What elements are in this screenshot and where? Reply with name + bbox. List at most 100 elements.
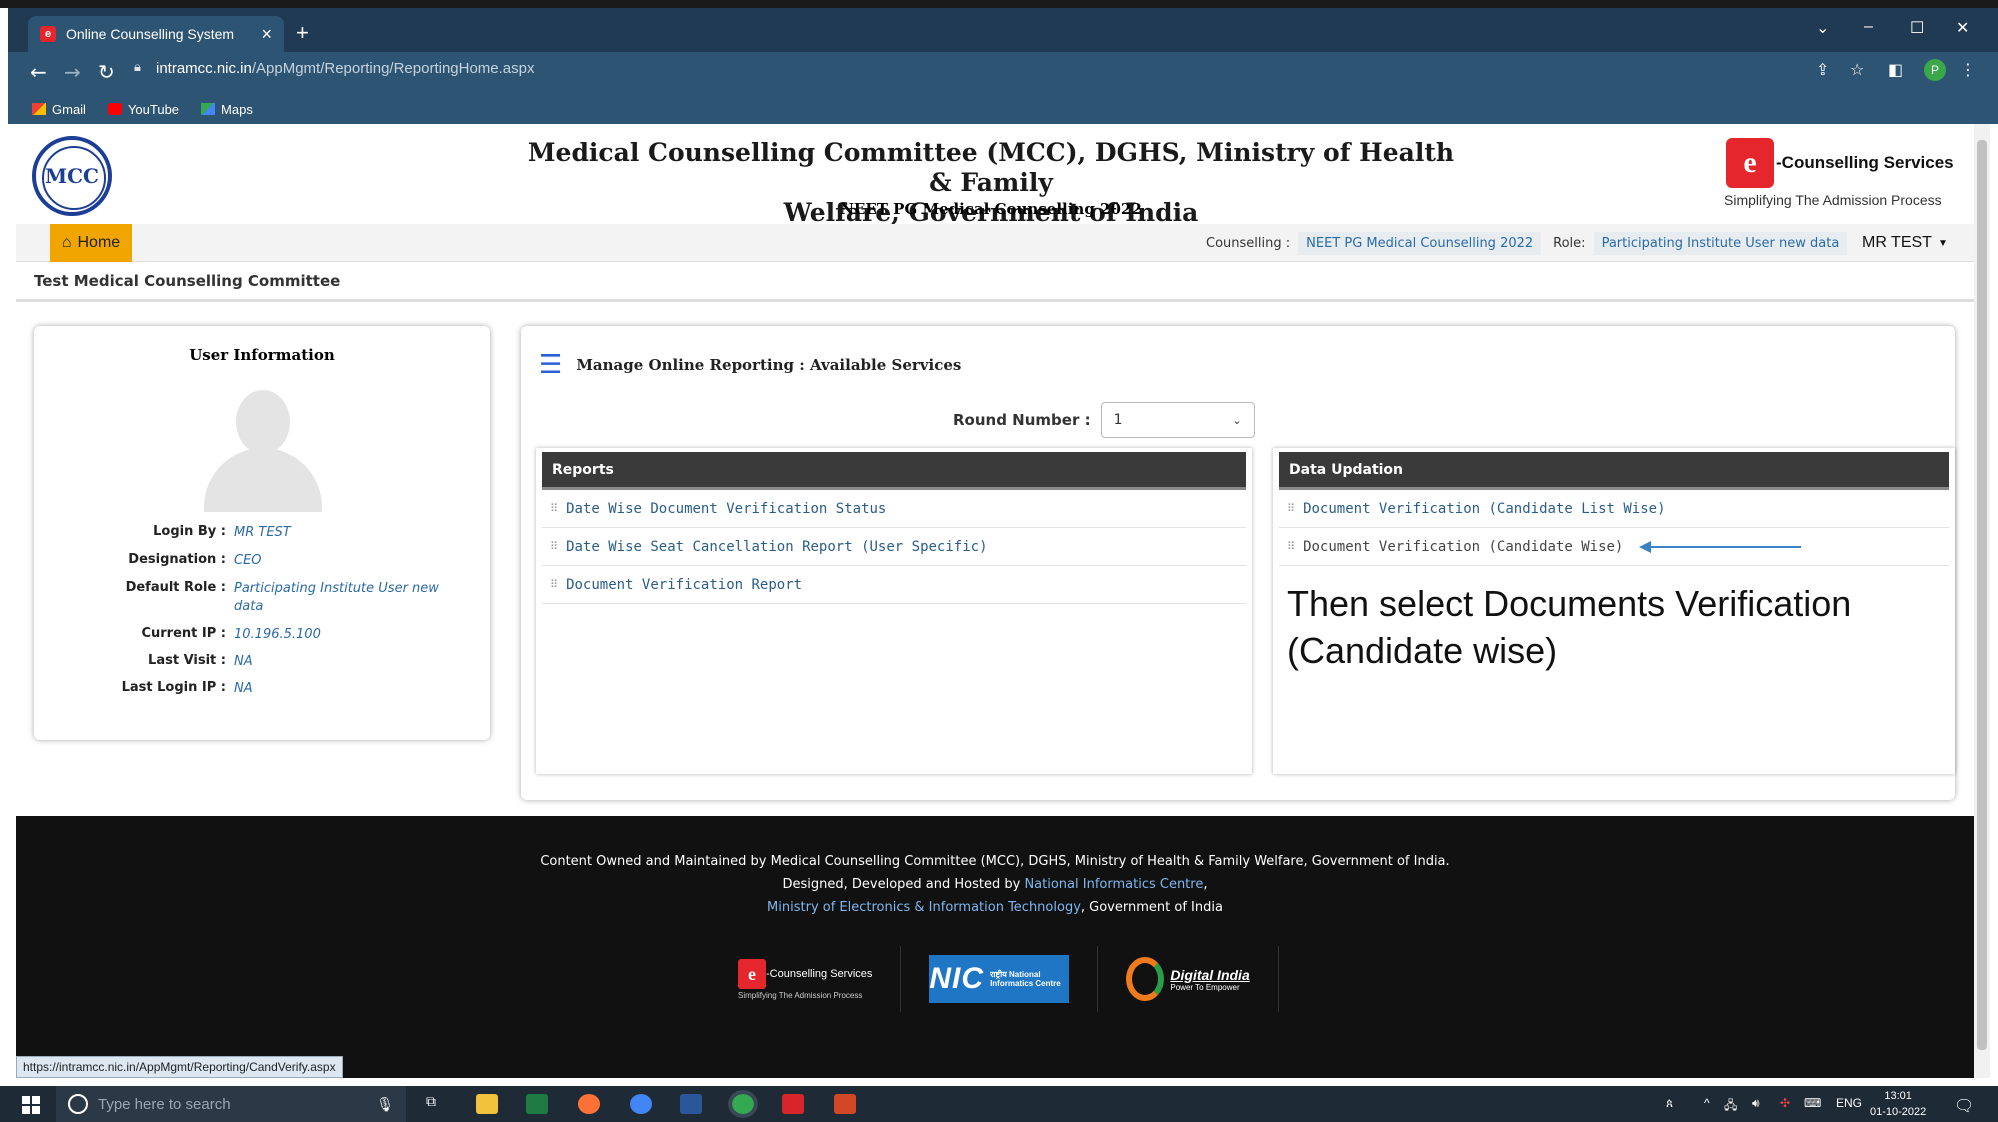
url-field[interactable]: intramcc.nic.in/AppMgmt/Reporting/Report… [156, 60, 535, 77]
report-link-label: Date Wise Seat Cancellation Report (User… [566, 538, 988, 555]
info-label: Last Visit : [148, 653, 226, 668]
info-row-role: Default Role : Participating Institute Us… [34, 580, 490, 616]
di-name: Digital India [1170, 966, 1250, 983]
grip-icon: ⠿ [550, 502, 559, 515]
update-link-label: Document Verification (Candidate Wise) [1303, 538, 1624, 555]
tab-search-icon[interactable]: ⌄ [1816, 18, 1829, 38]
people-icon[interactable]: ጰ [1666, 1096, 1673, 1111]
update-link-candidate-list-wise[interactable]: ⠿ Document Verification (Candidate List W… [1279, 490, 1949, 528]
bookmark-maps[interactable]: Maps [201, 102, 253, 117]
avatar [198, 382, 328, 512]
language-indicator[interactable]: ENG [1836, 1096, 1862, 1110]
site-header: MCC Medical Counselling Committee (MCC),… [16, 124, 1974, 227]
footer-text: Content Owned and Maintained by Medical … [16, 850, 1974, 919]
meity-link[interactable]: Ministry of Electronics & Information Te… [767, 900, 1081, 915]
di-tagline: Power To Empower [1170, 982, 1240, 992]
minimize-icon[interactable]: – [1864, 18, 1873, 36]
browser-menu-icon[interactable]: ⋮ [1960, 60, 1976, 79]
info-label: Last Login IP : [121, 680, 226, 695]
task-view-icon[interactable]: ⧉ [426, 1094, 448, 1114]
footer-ecounselling-logo[interactable]: e -Counselling Services Simplifying The A… [710, 946, 902, 1012]
forward-icon[interactable]: → [64, 60, 81, 84]
chrome-active-icon[interactable] [728, 1090, 758, 1118]
bookmark-star-icon[interactable]: ☆ [1850, 60, 1864, 79]
powerpoint-icon[interactable] [834, 1094, 856, 1114]
new-tab-button[interactable]: + [296, 20, 309, 46]
window-close-icon[interactable]: ✕ [1956, 18, 1969, 38]
info-row-last-ip: Last Login IP : NA [34, 680, 490, 698]
firefox-icon[interactable] [578, 1094, 600, 1114]
nic-logo-text: NIC [929, 962, 985, 995]
round-label: Round Number : [953, 411, 1091, 429]
user-menu[interactable]: MR TEST ▼ [1862, 224, 1948, 262]
bookmark-gmail[interactable]: Gmail [32, 102, 86, 117]
report-link-doc-verification-status[interactable]: ⠿ Date Wise Document Verification Status [542, 490, 1246, 528]
info-label: Default Role : [125, 580, 226, 595]
volume-icon[interactable]: 🔊︎ [1752, 1096, 1760, 1111]
ecounselling-tagline: Simplifying The Admission Process [1724, 192, 1942, 208]
info-row-last-visit: Last Visit : NA [34, 653, 490, 671]
services-heading: Manage Online Reporting : Available Serv… [576, 356, 962, 374]
role-value: Participating Institute User new data [1593, 231, 1848, 255]
update-link-candidate-wise[interactable]: ⠿ Document Verification (Candidate Wise) [1279, 528, 1949, 566]
tray-chevron-icon[interactable]: ^ [1704, 1096, 1710, 1110]
back-icon[interactable]: ← [30, 60, 47, 84]
reload-icon[interactable]: ↻ [98, 60, 115, 84]
report-link-seat-cancellation[interactable]: ⠿ Date Wise Seat Cancellation Report (Use… [542, 528, 1246, 566]
tab-title: Online Counselling System [66, 26, 235, 42]
report-link-label: Document Verification Report [566, 576, 803, 593]
taskbar-search[interactable]: Type here to search 🎙︎ [56, 1086, 406, 1122]
tab-close-icon[interactable]: × [261, 24, 272, 45]
side-panel-icon[interactable]: ◧ [1888, 60, 1903, 79]
home-icon: ⌂ [61, 234, 72, 251]
bookmark-youtube[interactable]: YouTube [107, 101, 180, 117]
microphone-icon[interactable]: 🎙︎ [376, 1096, 394, 1113]
footer-line3: Ministry of Electronics & Information Te… [16, 896, 1974, 919]
info-value: MR TEST [234, 525, 291, 540]
taskbar-clock[interactable]: 13:01 01-10-2022 [1870, 1088, 1926, 1120]
notification-icon[interactable]: 🗨︎ [1954, 1096, 1974, 1116]
lock-icon[interactable]: 🔒︎ [134, 60, 141, 75]
clock-date: 01-10-2022 [1870, 1106, 1927, 1118]
chrome-icon[interactable] [630, 1094, 652, 1114]
annotation-line2: (Candidate wise) [1287, 630, 1558, 671]
mcc-logo: MCC [32, 136, 112, 216]
gmail-icon [32, 103, 46, 115]
windows-start-icon[interactable] [22, 1096, 40, 1114]
nic-link[interactable]: National Informatics Centre [1024, 877, 1203, 892]
browser-tab[interactable]: e Online Counselling System × [28, 16, 284, 52]
footer-ec-tagline: Simplifying The Admission Process [738, 990, 863, 1000]
excel-icon[interactable] [526, 1094, 548, 1114]
bookmark-label: YouTube [127, 101, 180, 117]
report-link-doc-verification-report[interactable]: ⠿ Document Verification Report [542, 566, 1246, 604]
profile-avatar[interactable]: P [1924, 59, 1946, 81]
annotation-arrow-icon [1639, 540, 1802, 553]
file-explorer-icon[interactable] [476, 1094, 498, 1114]
counselling-value: NEET PG Medical Counselling 2022 [1298, 231, 1542, 255]
share-icon[interactable]: ⇪ [1816, 60, 1829, 79]
info-value: Participating Institute User new data [234, 581, 439, 614]
home-button[interactable]: ⌂ Home [50, 224, 132, 262]
word-icon[interactable] [680, 1094, 702, 1114]
keyboard-icon[interactable]: ⌨ [1804, 1096, 1821, 1110]
info-label: Current IP : [141, 626, 226, 641]
footer-line3-tail: , Government of India [1080, 900, 1223, 915]
page-scrollbar[interactable] [1974, 124, 1990, 1078]
round-select[interactable]: 1 ⌄ [1100, 402, 1255, 438]
grip-icon: ⠿ [1287, 502, 1296, 515]
maximize-icon[interactable]: ☐ [1910, 18, 1924, 38]
bookmark-label: Gmail [52, 101, 86, 117]
acrobat-icon[interactable] [782, 1094, 804, 1114]
footer-digital-india-logo[interactable]: Digital India Power To Empower [1098, 946, 1279, 1012]
services-card: ☰ Manage Online Reporting : Available Se… [521, 326, 1955, 800]
network-icon[interactable]: 🖧︎ [1724, 1096, 1737, 1117]
hamburger-icon[interactable]: ☰ [539, 350, 562, 380]
update-link-label: Document Verification (Candidate List Wi… [1303, 500, 1666, 517]
data-updation-panel: Data Updation ⠿ Document Verification (Ca… [1273, 448, 1955, 774]
nic-logo-small: राष्ट्रीय National Informatics Centre [990, 970, 1061, 988]
footer-ec-name: -Counselling Services [766, 967, 873, 980]
footer-nic-logo[interactable]: NIC राष्ट्रीय National Informatics Centre [901, 946, 1099, 1012]
scroll-thumb[interactable] [1977, 140, 1987, 1050]
round-value: 1 [1113, 412, 1123, 428]
dropbox-icon[interactable]: ✣ [1780, 1096, 1790, 1110]
